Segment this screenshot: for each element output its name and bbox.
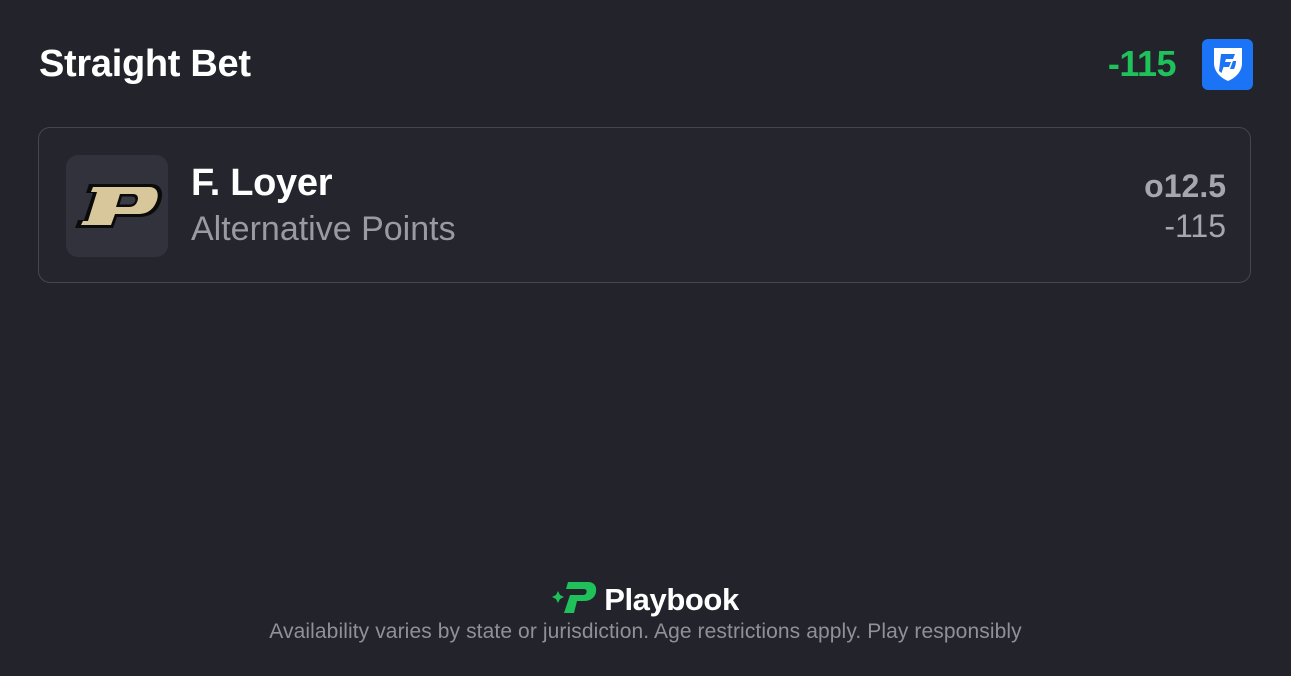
bet-header: Straight Bet -115: [39, 38, 1253, 90]
bet-line: o12.5: [1144, 168, 1226, 204]
fanduel-logo-icon[interactable]: [1202, 38, 1253, 90]
header-right: -115: [1107, 38, 1253, 90]
footer: Playbook Availability varies by state or…: [0, 580, 1291, 644]
playbook-logo-icon: [552, 579, 598, 622]
bet-leg-card[interactable]: F. Loyer Alternative Points o12.5 -115: [38, 127, 1251, 283]
playbook-brand: Playbook: [552, 580, 739, 620]
bet-type-title: Straight Bet: [39, 42, 251, 85]
total-odds: -115: [1107, 43, 1177, 84]
player-name: F. Loyer: [191, 162, 333, 204]
disclaimer-text: Availability varies by state or jurisdic…: [269, 620, 1022, 643]
purdue-p-logo-icon: [66, 155, 168, 257]
brand-name: Playbook: [604, 582, 739, 617]
market-name: Alternative Points: [191, 210, 456, 248]
bet-leg-odds: -115: [1164, 208, 1226, 244]
